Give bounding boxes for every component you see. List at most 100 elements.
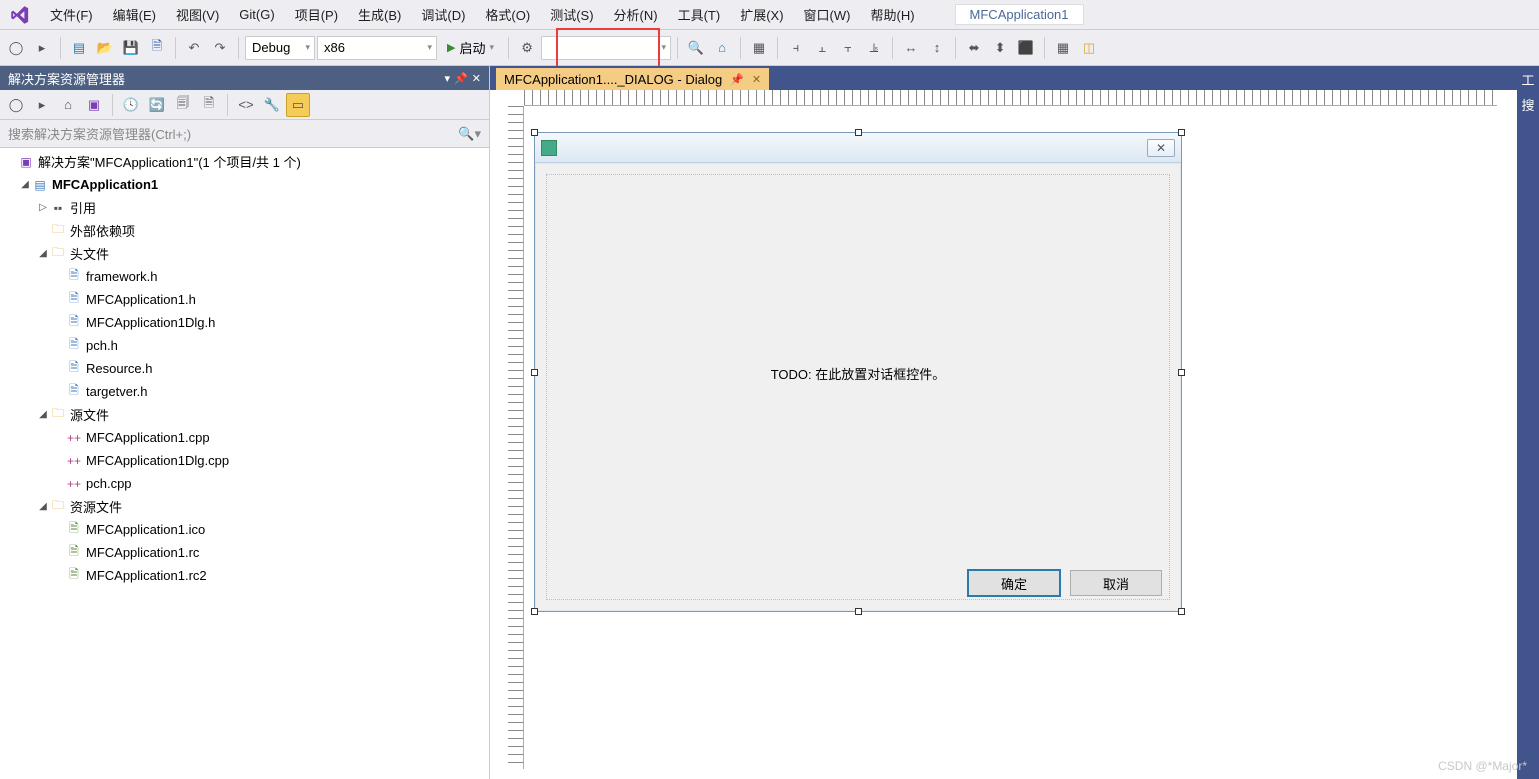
menu-help[interactable]: 帮助(H) [860,1,924,28]
se-forward-button[interactable]: ▸ [30,93,54,117]
panel-dropdown-icon[interactable]: ▾ [445,72,451,85]
align-grid-button[interactable]: ▦ [747,36,771,60]
menu-project[interactable]: 项目(P) [285,1,348,28]
open-button[interactable]: 📂 [93,36,117,60]
search-tab[interactable]: 搜 [1521,95,1534,114]
nav-back-button[interactable]: ◯ [4,36,28,60]
references-node[interactable]: ▷ ▪▪ 引用 [0,196,489,219]
file-node[interactable]: 🗎MFCApplication1.rc2 [0,564,489,587]
find-button[interactable]: 🔍 [684,36,708,60]
same-width-button[interactable]: ⬌ [962,36,986,60]
save-all-button[interactable]: 🗎 [145,36,169,60]
new-project-button[interactable]: ▤ [67,36,91,60]
se-back-button[interactable]: ◯ [4,93,28,117]
resize-handle[interactable] [1178,608,1185,615]
se-properties-button[interactable]: 🔧 [260,93,284,117]
home-button[interactable]: ⌂ [710,36,734,60]
resize-handle[interactable] [855,608,862,615]
undo-button[interactable]: ↶ [182,36,206,60]
pin-icon[interactable]: 📌 [730,73,744,86]
resize-handle[interactable] [1178,129,1185,136]
start-debug-button[interactable]: ▶ 启动 ▾ [439,36,502,60]
external-deps-node[interactable]: 🗀 外部依赖项 [0,219,489,242]
align-right-button[interactable]: ⫠ [810,36,834,60]
expand-icon[interactable]: ▷ [36,202,50,213]
dialog-designer-canvas[interactable]: ✕ TODO: 在此放置对话框控件。 确定 取消 [490,90,1517,779]
panel-pin-icon[interactable]: 📌 [454,72,468,85]
menu-debug[interactable]: 调试(D) [411,1,475,28]
resources-folder[interactable]: ◢ 🗀 资源文件 [0,495,489,518]
dialog-preview[interactable]: ✕ TODO: 在此放置对话框控件。 确定 取消 [534,132,1182,612]
platform-select[interactable]: x86 [317,36,437,60]
se-collapse-button[interactable]: 🗐 [171,93,195,117]
config-select[interactable]: Debug [245,36,315,60]
resize-handle[interactable] [855,129,862,136]
same-height-button[interactable]: ⬍ [988,36,1012,60]
same-size-button[interactable]: ⬛ [1014,36,1038,60]
align-top-button[interactable]: ⫟ [836,36,860,60]
menu-tools[interactable]: 工具(T) [668,1,731,28]
tool-a-icon[interactable]: ⚙ [515,36,539,60]
dialog-ok-button[interactable]: 确定 [968,570,1060,596]
design-surface[interactable]: ✕ TODO: 在此放置对话框控件。 确定 取消 [534,120,1493,769]
menu-build[interactable]: 生成(B) [348,1,411,28]
align-bottom-button[interactable]: ⫡ [862,36,886,60]
dialog-body[interactable]: TODO: 在此放置对话框控件。 确定 取消 [535,163,1181,611]
expand-icon[interactable]: ◢ [36,409,50,420]
menu-format[interactable]: 格式(O) [475,1,540,28]
file-node[interactable]: ++MFCApplication1.cpp [0,426,489,449]
menu-extensions[interactable]: 扩展(X) [730,1,793,28]
file-node[interactable]: 🗎pch.h [0,334,489,357]
toggle-grid-button[interactable]: ▦ [1051,36,1075,60]
se-switch-view-button[interactable]: ▣ [82,93,106,117]
toolbox-tab[interactable]: 工 [1521,70,1534,89]
sources-folder[interactable]: ◢ 🗀 源文件 [0,403,489,426]
resize-handle[interactable] [1178,369,1185,376]
save-button[interactable]: 💾 [119,36,143,60]
menu-edit[interactable]: 编辑(E) [103,1,166,28]
dialog-close-button[interactable]: ✕ [1147,139,1175,157]
panel-close-icon[interactable]: ✕ [472,72,481,85]
se-preview-button[interactable]: ▭ [286,93,310,117]
nav-forward-button[interactable]: ▸ [30,36,54,60]
solution-explorer-search[interactable]: 搜索解决方案资源管理器(Ctrl+;) 🔍▾ [0,120,489,148]
se-pending-button[interactable]: 🕓 [119,93,143,117]
menu-file[interactable]: 文件(F) [40,1,103,28]
se-code-button[interactable]: <> [234,93,258,117]
resize-handle[interactable] [531,608,538,615]
project-node[interactable]: ◢ ▤ MFCApplication1 [0,173,489,196]
file-node[interactable]: 🗎MFCApplication1.h [0,288,489,311]
file-node[interactable]: ++MFCApplication1Dlg.cpp [0,449,489,472]
headers-folder[interactable]: ◢ 🗀 头文件 [0,242,489,265]
se-refresh-button[interactable]: 🔄 [145,93,169,117]
space-down-button[interactable]: ↕ [925,36,949,60]
menu-test[interactable]: 测试(S) [540,1,603,28]
file-node[interactable]: 🗎MFCApplication1.ico [0,518,489,541]
se-home-button[interactable]: ⌂ [56,93,80,117]
redo-button[interactable]: ↷ [208,36,232,60]
menu-git[interactable]: Git(G) [229,3,284,26]
file-node[interactable]: 🗎framework.h [0,265,489,288]
expand-icon[interactable]: ◢ [36,501,50,512]
resize-handle[interactable] [531,129,538,136]
file-node[interactable]: 🗎MFCApplication1Dlg.h [0,311,489,334]
solution-node[interactable]: ▣ 解决方案"MFCApplication1"(1 个项目/共 1 个) [0,150,489,173]
close-icon[interactable]: ✕ [752,73,761,86]
se-show-all-button[interactable]: 🗎 [197,93,221,117]
file-node[interactable]: 🗎targetver.h [0,380,489,403]
space-across-button[interactable]: ↔ [899,36,923,60]
menu-window[interactable]: 窗口(W) [794,1,861,28]
resize-handle[interactable] [531,369,538,376]
align-left-button[interactable]: ⫞ [784,36,808,60]
file-node[interactable]: 🗎MFCApplication1.rc [0,541,489,564]
editor-tab[interactable]: MFCApplication1...._DIALOG - Dialog 📌 ✕ [496,68,769,90]
menu-view[interactable]: 视图(V) [166,1,229,28]
dialog-cancel-button[interactable]: 取消 [1070,570,1162,596]
menu-analyze[interactable]: 分析(N) [604,1,668,28]
toggle-guides-button[interactable]: ◫ [1077,36,1101,60]
file-node[interactable]: ++pch.cpp [0,472,489,495]
expand-icon[interactable]: ◢ [36,248,50,259]
process-select[interactable] [541,36,671,60]
expand-icon[interactable]: ◢ [18,179,32,190]
file-node[interactable]: 🗎Resource.h [0,357,489,380]
